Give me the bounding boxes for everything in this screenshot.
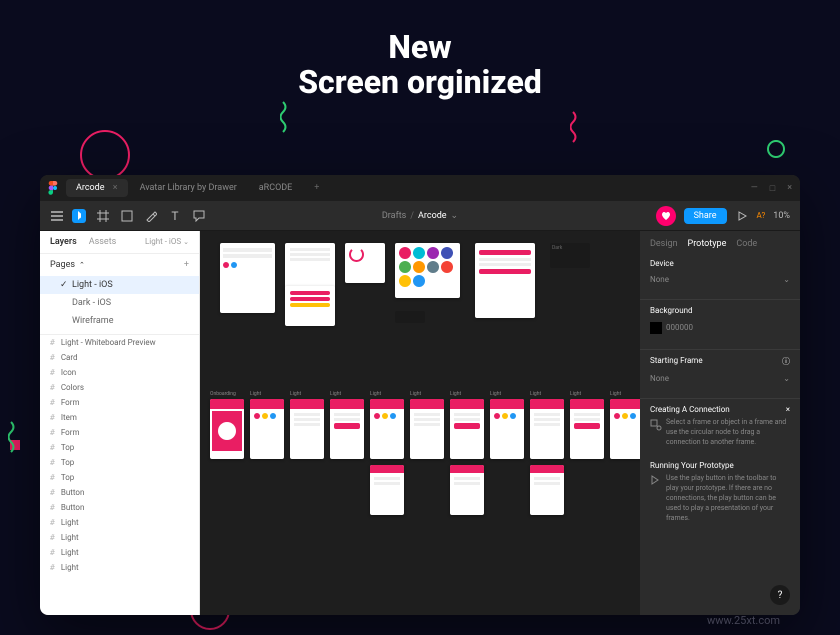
shape-tool-icon[interactable] — [120, 209, 134, 223]
toolbar: T Drafts / Arcode ⌄ Share A? 10% — [40, 201, 800, 231]
new-tab-button[interactable]: + — [304, 179, 329, 197]
page-item[interactable]: Dark - iOS — [40, 294, 199, 312]
device-label: Device — [650, 259, 790, 268]
tab-prototype[interactable]: Prototype — [688, 239, 727, 249]
left-panel: Layers Assets Light - iOS ⌄ Pages ⌃ + ✓L… — [40, 231, 200, 615]
layer-item[interactable]: #Top — [40, 470, 199, 485]
layer-item[interactable]: #Card — [40, 350, 199, 365]
zoom-level[interactable]: 10% — [773, 211, 790, 221]
running-help: Use the play button in the toolbar to pl… — [650, 474, 790, 523]
text-tool-icon[interactable]: T — [168, 209, 182, 223]
figma-logo-icon — [48, 181, 58, 195]
help-button[interactable]: ? — [770, 585, 790, 605]
pages-header: Pages ⌃ + — [40, 254, 199, 276]
hero-title: NewScreen orginized — [0, 0, 840, 100]
comment-tool-icon[interactable] — [192, 209, 206, 223]
layer-item[interactable]: #Light — [40, 545, 199, 560]
minimize-icon[interactable]: — — [751, 183, 758, 194]
layer-item[interactable]: #Top — [40, 455, 199, 470]
info-icon[interactable]: ⓘ — [782, 356, 790, 367]
page-context[interactable]: Light - iOS ⌄ — [145, 237, 189, 247]
running-title: Running Your Prototype — [650, 461, 790, 470]
frame-tool-icon[interactable] — [96, 209, 110, 223]
watermark: www.25xt.com — [707, 614, 780, 627]
device-select[interactable]: None ⌄ — [650, 272, 790, 287]
layer-item[interactable]: #Light — [40, 560, 199, 575]
tab-layers[interactable]: Layers — [50, 237, 77, 247]
breadcrumb[interactable]: Drafts / Arcode ⌄ — [382, 211, 458, 221]
layer-item[interactable]: #Button — [40, 485, 199, 500]
titlebar: Arcode × Avatar Library by Drawer aRCODE… — [40, 175, 800, 201]
close-help-icon[interactable]: × — [786, 405, 790, 414]
layer-item[interactable]: #Icon — [40, 365, 199, 380]
share-button[interactable]: Share — [684, 208, 727, 224]
favorite-button[interactable] — [656, 206, 676, 226]
layer-item[interactable]: #Top — [40, 440, 199, 455]
tab-assets[interactable]: Assets — [89, 237, 117, 247]
aa-toggle[interactable]: A? — [757, 211, 766, 220]
page-item[interactable]: Wireframe — [40, 312, 199, 330]
layer-item[interactable]: #Light - Whiteboard Preview — [40, 335, 199, 350]
layer-item[interactable]: #Form — [40, 425, 199, 440]
layer-item[interactable]: #Button — [40, 500, 199, 515]
file-tab-arcode2[interactable]: aRCODE — [249, 179, 303, 197]
canvas[interactable]: UI Chart Colors Form Dark Button Onboard… — [200, 231, 640, 615]
starting-frame-label: Starting Frameⓘ — [650, 356, 790, 367]
move-tool-icon[interactable] — [72, 209, 86, 223]
tab-design[interactable]: Design — [650, 239, 678, 249]
layer-item[interactable]: #Light — [40, 530, 199, 545]
menu-icon[interactable] — [50, 209, 64, 223]
page-item[interactable]: ✓Light - iOS — [40, 276, 199, 294]
background-label: Background — [650, 306, 790, 315]
starting-frame-select[interactable]: None ⌄ — [650, 371, 790, 386]
present-icon[interactable] — [735, 209, 749, 223]
layer-item[interactable]: #Form — [40, 395, 199, 410]
maximize-icon[interactable]: □ — [770, 183, 775, 194]
right-panel: Design Prototype Code Device None ⌄ Back… — [640, 231, 800, 615]
layer-item[interactable]: #Colors — [40, 380, 199, 395]
background-color-input[interactable]: 000000 — [650, 319, 790, 337]
connection-title: Creating A Connection× — [650, 405, 790, 414]
file-tab-arcode[interactable]: Arcode × — [66, 179, 128, 197]
layer-item[interactable]: #Item — [40, 410, 199, 425]
close-icon[interactable]: × — [787, 183, 792, 194]
add-page-button[interactable]: + — [184, 260, 189, 270]
file-tab-avatar[interactable]: Avatar Library by Drawer — [130, 179, 247, 197]
pen-tool-icon[interactable] — [144, 209, 158, 223]
figma-window: Arcode × Avatar Library by Drawer aRCODE… — [40, 175, 800, 615]
connection-help: Select a frame or object in a frame and … — [650, 418, 790, 447]
tab-code[interactable]: Code — [736, 239, 757, 249]
layer-item[interactable]: #Light — [40, 515, 199, 530]
